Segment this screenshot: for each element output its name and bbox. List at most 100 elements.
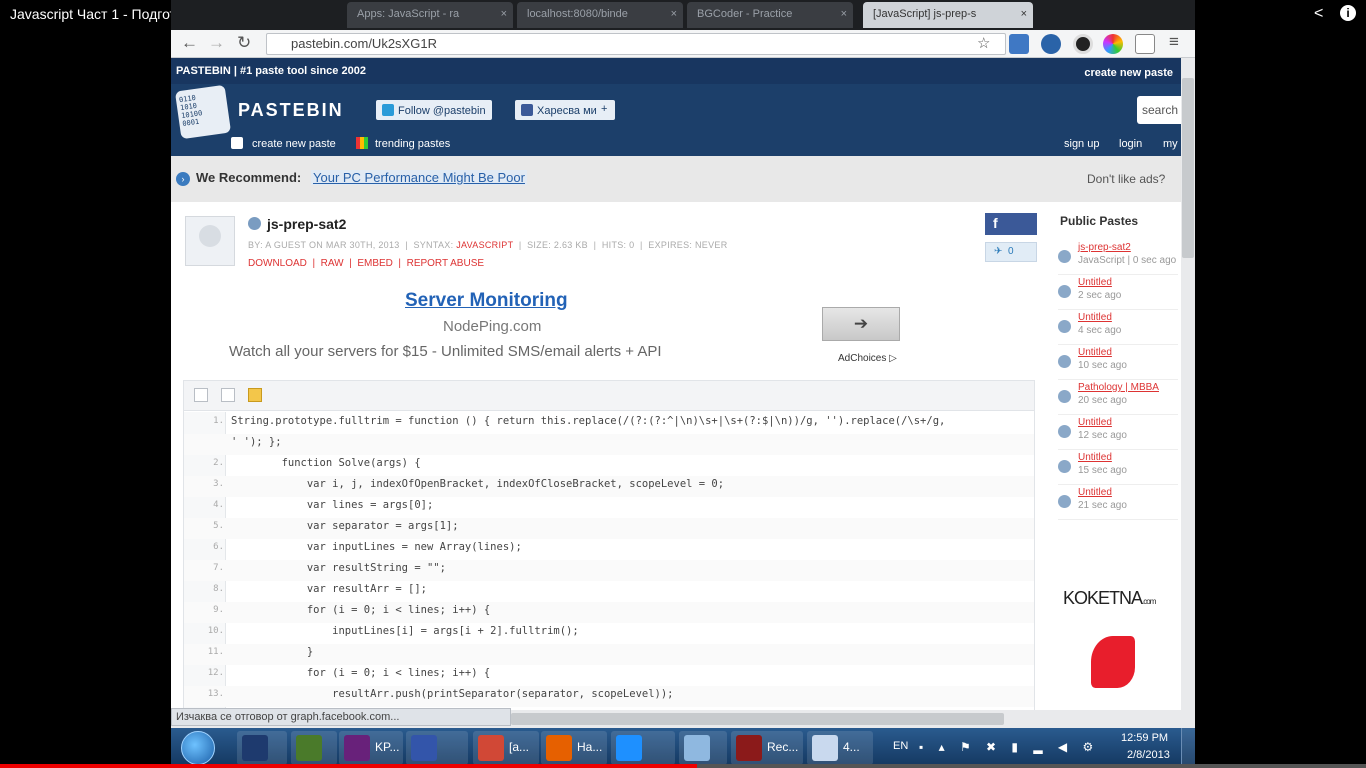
recommend-label: We Recommend: xyxy=(196,170,302,185)
raw-link[interactable]: RAW xyxy=(321,258,344,269)
extension-icon[interactable] xyxy=(1073,34,1093,54)
public-paste-title[interactable]: Untitled xyxy=(1078,312,1112,323)
ad-title-link[interactable]: Server Monitoring xyxy=(405,290,568,312)
info-icon[interactable]: i xyxy=(1340,5,1356,21)
address-bar[interactable]: pastebin.com/Uk2sXG1R xyxy=(266,33,1006,55)
taskbar-item[interactable] xyxy=(291,731,337,765)
language-indicator[interactable]: EN xyxy=(893,740,908,752)
video-progress-bar[interactable] xyxy=(0,764,1366,768)
nav-login[interactable]: login xyxy=(1119,138,1142,150)
follow-twitter-button[interactable]: Follow @pastebin xyxy=(376,100,492,120)
like-count-icon[interactable]: + xyxy=(599,100,615,120)
taskbar-item[interactable]: [a... xyxy=(473,731,539,765)
print-icon[interactable] xyxy=(248,388,262,402)
public-paste-title[interactable]: Untitled xyxy=(1078,347,1112,358)
taskbar-item[interactable] xyxy=(611,731,675,765)
facebook-share-button[interactable]: f xyxy=(985,213,1037,235)
public-paste-item[interactable]: Untitled 12 sec ago xyxy=(1058,417,1178,450)
code-text: for (i = 0; i < lines; i++) { xyxy=(231,604,491,616)
tab-3[interactable]: BGCoder - Practice × xyxy=(687,2,853,28)
public-pastes-title: Public Pastes xyxy=(1060,214,1139,228)
close-tab-icon[interactable]: × xyxy=(501,8,507,20)
clock-time[interactable]: 12:59 PM xyxy=(1121,732,1168,744)
public-paste-item[interactable]: Untitled 10 sec ago xyxy=(1058,347,1178,380)
nav-signup[interactable]: sign up xyxy=(1064,138,1099,150)
reload-icon[interactable]: ↻ xyxy=(237,33,251,53)
start-button[interactable] xyxy=(181,731,215,765)
embed-link[interactable]: EMBED xyxy=(357,258,393,269)
globe-icon xyxy=(1058,355,1071,368)
nav-trending[interactable]: trending pastes xyxy=(375,138,450,150)
taskbar-item[interactable]: KP... xyxy=(339,731,403,765)
taskbar-item[interactable] xyxy=(406,731,468,765)
public-paste-title[interactable]: Pathology | MBBA xyxy=(1078,382,1159,393)
scrollbar-thumb[interactable] xyxy=(511,713,1004,725)
syntax-link[interactable]: JAVASCRIPT xyxy=(456,240,513,250)
tab-1[interactable]: Apps: JavaScript - ra × xyxy=(347,2,513,28)
browser-toolbar: ← → ↻ pastebin.com/Uk2sXG1R ☆ ≡ xyxy=(171,30,1195,58)
scrollbar-thumb[interactable] xyxy=(1182,78,1194,258)
search-input[interactable]: search xyxy=(1137,96,1181,124)
facebook-like-button[interactable]: Харесва ми xyxy=(515,100,603,120)
globe-icon[interactable] xyxy=(1041,34,1061,54)
view-source-icon[interactable] xyxy=(194,388,208,402)
copy-icon[interactable] xyxy=(221,388,235,402)
globe-icon xyxy=(1058,460,1071,473)
twitter-share-button[interactable]: ✈ 0 xyxy=(985,242,1037,262)
close-tab-icon[interactable]: × xyxy=(841,8,847,20)
taskbar-item[interactable]: Rec... xyxy=(731,731,803,765)
back-icon[interactable]: ← xyxy=(181,33,198,53)
koketna-ad-logo[interactable]: KOKETNA.com xyxy=(1063,588,1156,609)
code-line: 6. var inputLines = new Array(lines); xyxy=(184,539,1034,560)
ad-brand-suffix: .com xyxy=(1142,597,1156,606)
line-number: 4. xyxy=(213,500,224,510)
public-paste-time: 21 sec ago xyxy=(1078,500,1127,511)
create-new-paste-link[interactable]: create new paste xyxy=(1084,67,1173,79)
taskbar-item[interactable] xyxy=(679,731,727,765)
menu-icon[interactable]: ≡ xyxy=(1169,32,1179,52)
nav-my[interactable]: my xyxy=(1163,138,1178,150)
public-paste-title[interactable]: Untitled xyxy=(1078,277,1112,288)
public-paste-title[interactable]: Untitled xyxy=(1078,452,1112,463)
follow-label: Follow @pastebin xyxy=(398,105,486,117)
ad-arrow-button[interactable]: ➔ xyxy=(822,307,900,341)
vertical-scrollbar[interactable] xyxy=(1181,58,1195,710)
ad-domain[interactable]: NodePing.com xyxy=(443,318,541,335)
bookmark-star-icon[interactable]: ☆ xyxy=(977,34,990,52)
close-tab-icon[interactable]: × xyxy=(671,8,677,20)
public-paste-item[interactable]: Untitled 4 sec ago xyxy=(1058,312,1178,345)
public-paste-item[interactable]: Pathology | MBBA 20 sec ago xyxy=(1058,382,1178,415)
recommend-link[interactable]: Your PC Performance Might Be Poor xyxy=(311,170,527,185)
dont-like-ads-link[interactable]: Don't like ads? xyxy=(1087,172,1165,186)
taskbar-item[interactable]: Ha... xyxy=(541,731,607,765)
public-paste-title[interactable]: Untitled xyxy=(1078,487,1112,498)
tab-4-active[interactable]: [JavaScript] js-prep-s × xyxy=(863,2,1033,28)
pastebin-page: PASTEBIN | #1 paste tool since 2002 crea… xyxy=(171,58,1181,710)
nav-create-paste[interactable]: create new paste xyxy=(252,138,336,150)
adchoices-link[interactable]: AdChoices ▷ xyxy=(838,353,897,364)
pastebin-logo[interactable]: PASTEBIN xyxy=(238,100,344,121)
share-icon[interactable]: < xyxy=(1314,5,1323,23)
extension-icon[interactable] xyxy=(1009,34,1029,54)
public-paste-item[interactable]: Untitled 15 sec ago xyxy=(1058,452,1178,485)
window-icon[interactable] xyxy=(1135,34,1155,54)
color-picker-icon[interactable] xyxy=(1103,34,1123,54)
ad-text[interactable]: Watch all your servers for $15 - Unlimit… xyxy=(229,343,662,360)
public-paste-item[interactable]: js-prep-sat2 JavaScript | 0 sec ago xyxy=(1058,242,1178,275)
show-desktop-button[interactable] xyxy=(1181,728,1195,768)
taskbar-item[interactable] xyxy=(237,731,287,765)
close-tab-icon[interactable]: × xyxy=(1021,8,1027,20)
shoe-ad-image[interactable] xyxy=(1091,636,1135,688)
forward-icon[interactable]: → xyxy=(208,33,225,53)
download-link[interactable]: DOWNLOAD xyxy=(248,258,307,269)
code-line: 11. } xyxy=(184,644,1034,665)
public-paste-item[interactable]: Untitled 2 sec ago xyxy=(1058,277,1178,310)
clock-date[interactable]: 2/8/2013 xyxy=(1127,749,1170,761)
public-paste-item[interactable]: Untitled 21 sec ago xyxy=(1058,487,1178,520)
tab-2[interactable]: localhost:8080/binde × xyxy=(517,2,683,28)
report-abuse-link[interactable]: REPORT ABUSE xyxy=(407,258,484,269)
taskbar-item[interactable]: 4... xyxy=(807,731,873,765)
public-paste-title[interactable]: Untitled xyxy=(1078,417,1112,428)
system-tray-icons[interactable]: ▪ ▴ ⚑ ✖ ▮ ▂ ◀ ⚙ xyxy=(919,740,1099,754)
public-paste-title[interactable]: js-prep-sat2 xyxy=(1078,242,1131,253)
